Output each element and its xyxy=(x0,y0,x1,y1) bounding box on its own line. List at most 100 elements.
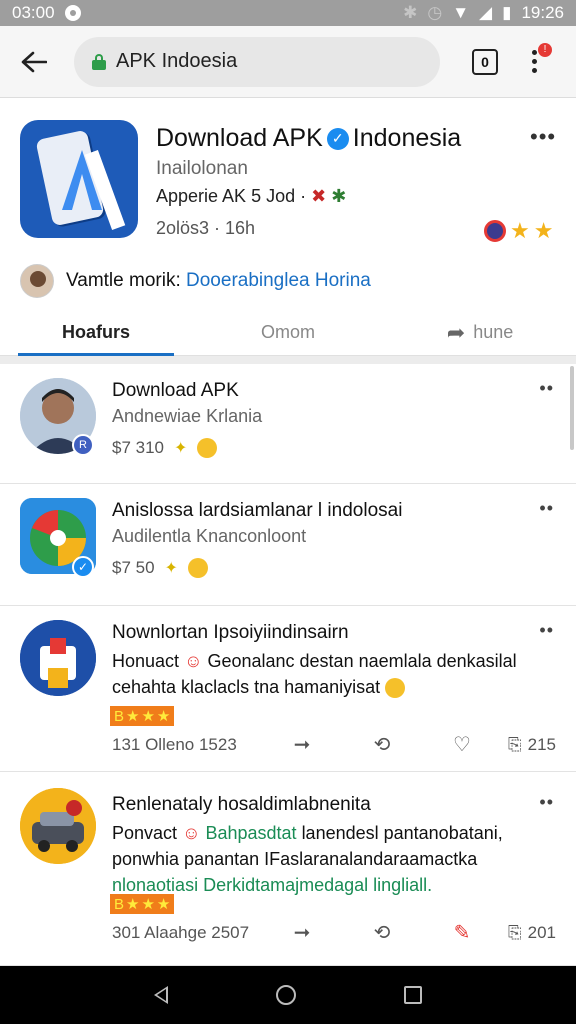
star-icon: ★ xyxy=(141,896,155,913)
repost-icon[interactable]: ⟲ xyxy=(342,732,422,757)
notification-icon xyxy=(64,5,81,21)
system-nav-bar xyxy=(0,966,576,1024)
emoji-icon xyxy=(187,558,208,578)
signal-icon: ◢ xyxy=(479,3,493,22)
post-more-button[interactable]: •• xyxy=(539,620,554,641)
star-icon: ★ xyxy=(156,708,171,725)
emoji-icon xyxy=(197,438,218,458)
alarm-icon: ◷ xyxy=(427,3,443,22)
sparkle-icon: ✦ xyxy=(174,440,188,457)
comment-icon[interactable]: ✎ xyxy=(422,920,502,945)
tab-share[interactable]: ➦ hune xyxy=(384,310,576,355)
star-icon: ★ xyxy=(156,896,171,913)
post-body: Ponvact ☺ Bahpasdtat lanendesl pantanoba… xyxy=(112,823,503,895)
heart-icon[interactable]: ♡ xyxy=(422,732,502,757)
star-icon: ★ xyxy=(533,218,554,243)
url-text: APK Indoesia xyxy=(116,50,238,72)
verified-icon: ✓ xyxy=(72,556,94,578)
rating-badge: B ★ ★ ★ xyxy=(110,894,175,914)
avatar[interactable] xyxy=(20,620,96,696)
feed-item[interactable]: R Download APK •• Andnewiae Krlania $7 3… xyxy=(0,364,576,484)
verified-icon: ✓ xyxy=(326,127,349,150)
app-title: Download APK ✓ Indonesia xyxy=(156,124,462,152)
profile-badge-icon: R xyxy=(72,434,94,456)
section-divider xyxy=(0,356,576,364)
app-logo[interactable] xyxy=(20,120,138,238)
share-arrow-icon: ➦ xyxy=(446,319,466,345)
sparkle-icon: ✖ xyxy=(311,186,327,206)
nav-recents-icon[interactable] xyxy=(404,986,422,1004)
tab-switcher-button[interactable]: 0 xyxy=(472,48,498,75)
leaf-icon: ✱ xyxy=(331,186,347,206)
rating-badge: B ★ ★ ★ xyxy=(110,706,175,726)
star-icon: ★ xyxy=(141,708,155,725)
thumbs-up-icon[interactable]: ➞ xyxy=(262,732,342,757)
status-time-left: 03:00 xyxy=(12,3,55,22)
scrollbar[interactable] xyxy=(570,366,574,450)
app-subtitle-2: Apperie AK 5 Jod · ✖ ✱ xyxy=(156,186,347,206)
app-meta: 2olös3 · 16h xyxy=(156,218,256,238)
developer-label: Vamtle morik: xyxy=(66,270,181,291)
emoji-icon xyxy=(385,678,406,699)
overflow-menu-button[interactable]: ! xyxy=(524,42,552,77)
post-title: Renlenataly hosaldimlabnenita xyxy=(112,794,371,815)
feed-item[interactable]: Nownlortan Ipsoiyiindinsairn •• Honuact … xyxy=(0,606,576,772)
post-title: Nownlortan Ipsoiyiindinsairn xyxy=(112,622,349,643)
emoji-icon: ☺ xyxy=(182,823,201,843)
post-meta: $7 50 ✦ xyxy=(112,558,208,578)
tab-features[interactable]: Hoafurs xyxy=(0,310,192,356)
star-icon: ★ xyxy=(126,896,140,913)
nav-home-icon[interactable] xyxy=(276,985,296,1005)
menu-badge: ! xyxy=(538,42,552,57)
address-bar[interactable]: APK Indoesia xyxy=(74,36,440,87)
post-meta: $7 310 ✦ xyxy=(112,438,218,458)
wifi-icon: ▼ xyxy=(452,3,470,22)
developer-avatar[interactable] xyxy=(20,264,54,298)
share-button[interactable]: ⎘ 201 xyxy=(508,923,556,943)
post-time: 131 Olleno 1523 xyxy=(112,734,237,754)
app-more-button[interactable]: ••• xyxy=(530,124,556,150)
battery-icon: ▮ xyxy=(502,3,512,22)
share-button[interactable]: ⎘ 215 xyxy=(508,735,556,755)
post-body: Honuact ☺ Geonalanc destan naemlala denk… xyxy=(112,651,517,699)
repost-icon[interactable]: ⟲ xyxy=(342,920,422,945)
app-header: Download APK ✓ Indonesia ••• Inailolonan… xyxy=(0,98,576,356)
post-more-button[interactable]: •• xyxy=(539,378,554,399)
sparkle-icon: ✦ xyxy=(164,560,178,577)
emoji-icon: ☺ xyxy=(184,651,203,671)
tab-bar: Hoafurs Omom ➦ hune xyxy=(0,310,576,356)
tab-count: 0 xyxy=(481,53,489,70)
app-subtitle: Inailolonan xyxy=(156,158,248,179)
nav-back-icon[interactable] xyxy=(154,986,168,1004)
status-bar: 03:00 ✱ ◷ ▼ ◢ ▮ 19:26 xyxy=(0,0,576,26)
post-actions: 131 Olleno 1523 ➞ ⟲ ♡ ⎘ 215 xyxy=(112,732,556,757)
bluetooth-icon: ✱ xyxy=(403,3,418,22)
status-time-right: 19:26 xyxy=(521,3,564,22)
share-icon: ⎘ xyxy=(508,922,522,942)
tab-other[interactable]: Omom xyxy=(192,310,384,355)
post-title: Download APK xyxy=(112,380,239,401)
post-title: Anislossa lardsiamlanar l indolosai xyxy=(112,500,403,521)
post-actions: 301 Alaahge 2507 ➞ ⟲ ✎ ⎘ 201 xyxy=(112,920,556,945)
feed-item[interactable]: ✓ Anislossa lardsiamlanar l indolosai ••… xyxy=(0,484,576,606)
post-subtitle: Audilentla Knanconloont xyxy=(112,526,307,546)
star-icon: ★ xyxy=(126,708,140,725)
browser-toolbar: APK Indoesia 0 ! xyxy=(0,26,576,98)
post-more-button[interactable]: •• xyxy=(539,498,554,519)
post-subtitle: Andnewiae Krlania xyxy=(112,406,263,426)
feed: R Download APK •• Andnewiae Krlania $7 3… xyxy=(0,364,576,966)
share-icon: ⎘ xyxy=(508,734,522,754)
thumbs-up-icon[interactable]: ➞ xyxy=(262,920,342,945)
feed-item[interactable]: Renlenataly hosaldimlabnenita •• Ponvact… xyxy=(0,772,576,966)
post-more-button[interactable]: •• xyxy=(539,792,554,813)
arrow-left-icon xyxy=(21,51,47,72)
lock-icon xyxy=(92,53,106,70)
post-time: 301 Alaahge 2507 xyxy=(112,922,250,942)
rating-mini: ★ ★ xyxy=(484,220,553,242)
developer-row: Vamtle morik: Dooerabinglea Horina xyxy=(20,264,371,298)
badge-icon xyxy=(484,220,506,242)
developer-link[interactable]: Dooerabinglea Horina xyxy=(186,270,371,291)
avatar[interactable] xyxy=(20,788,96,864)
back-button[interactable] xyxy=(14,42,54,82)
star-icon: ★ xyxy=(510,218,530,243)
